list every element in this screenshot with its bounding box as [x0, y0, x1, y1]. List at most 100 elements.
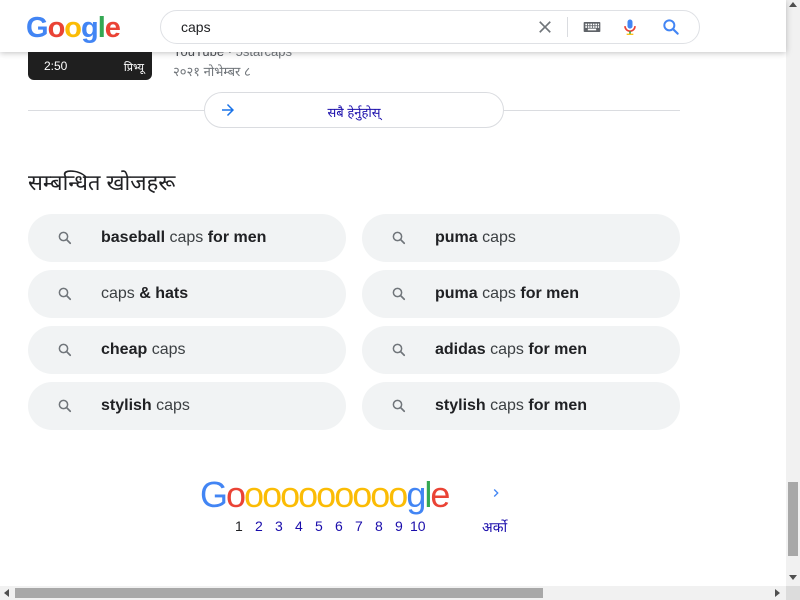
- logo-letter: l: [97, 12, 106, 44]
- scroll-up-icon[interactable]: [789, 2, 797, 7]
- related-search-label: puma caps for men: [435, 285, 579, 303]
- scrollbar-corner: [786, 586, 800, 600]
- pagination-logo-letter: o: [244, 474, 264, 515]
- see-all-button[interactable]: सबै हेर्नुहोस्: [204, 92, 504, 128]
- page-link[interactable]: 8: [375, 518, 383, 534]
- related-search-chip[interactable]: puma caps for men: [362, 270, 680, 318]
- related-search-chip[interactable]: caps & hats: [28, 270, 346, 318]
- logo-letter: e: [104, 12, 121, 44]
- logo-letter: o: [47, 12, 66, 44]
- pagination-logo-letter: o: [280, 474, 300, 515]
- video-date: २०२१ नोभेम्बर ८: [173, 64, 251, 79]
- search-icon: [392, 343, 406, 357]
- current-page-number: 1: [235, 518, 243, 534]
- scroll-down-icon[interactable]: [789, 575, 797, 580]
- related-search-text-part: adidas: [435, 341, 486, 358]
- search-box[interactable]: caps: [160, 10, 700, 44]
- logo-letter: g: [81, 12, 99, 44]
- pagination-logo-letter: o: [262, 474, 282, 515]
- keyboard-icon[interactable]: [582, 17, 602, 37]
- google-logo[interactable]: Google: [26, 12, 121, 45]
- search-icon: [58, 231, 72, 245]
- search-icon: [392, 287, 406, 301]
- related-search-text-part: baseball: [101, 229, 166, 246]
- pagination-logo-letter: o: [352, 474, 372, 515]
- scroll-right-icon[interactable]: [775, 589, 780, 597]
- related-search-text-part: caps: [485, 397, 529, 414]
- page-link[interactable]: 10: [410, 518, 426, 534]
- header-bar: Google caps: [0, 0, 786, 52]
- horizontal-scroll-thumb[interactable]: [15, 588, 543, 598]
- related-search-text-part: for men: [528, 341, 588, 358]
- related-search-text-part: caps: [477, 285, 521, 302]
- page-link[interactable]: 3: [275, 518, 283, 534]
- page-link[interactable]: 2: [255, 518, 263, 534]
- horizontal-scrollbar[interactable]: [0, 586, 786, 600]
- see-all-label: सबै हेर्नुहोस्: [327, 105, 381, 120]
- related-search-text-part: caps: [101, 285, 140, 302]
- related-search-text-part: puma: [435, 285, 478, 302]
- search-icon: [58, 343, 72, 357]
- logo-letter: G: [26, 12, 49, 44]
- related-search-label: cheap caps: [101, 341, 186, 359]
- vertical-scroll-thumb[interactable]: [788, 482, 798, 556]
- pagination-logo-letter: o: [316, 474, 336, 515]
- pagination-logo-letter: o: [298, 474, 318, 515]
- video-preview-label: प्रिभ्यू: [123, 62, 144, 74]
- related-search-label: caps & hats: [101, 285, 188, 303]
- page-link[interactable]: 6: [335, 518, 343, 534]
- related-search-text-part: cheap: [101, 341, 148, 358]
- related-search-chip[interactable]: baseball caps for men: [28, 214, 346, 262]
- related-search-text-part: stylish: [435, 397, 486, 414]
- chevron-right-icon[interactable]: [488, 485, 504, 501]
- related-search-text-part: caps: [147, 341, 186, 358]
- pagination-logo: Goooooooooogle: [200, 474, 450, 516]
- pagination-logo-letter: e: [430, 474, 450, 515]
- related-search-label: puma caps: [435, 229, 516, 247]
- page-link[interactable]: 4: [295, 518, 303, 534]
- next-page-link[interactable]: अर्को: [482, 518, 507, 537]
- search-input[interactable]: caps: [181, 19, 211, 35]
- pagination-logo-letter: o: [370, 474, 390, 515]
- related-search-label: stylish caps: [101, 397, 190, 415]
- related-searches-title: सम्बन्धित खोजहरू: [28, 170, 176, 195]
- related-search-text-part: caps: [485, 341, 529, 358]
- related-search-text-part: for men: [207, 229, 267, 246]
- search-icon[interactable]: [661, 17, 681, 37]
- related-search-text-part: caps: [477, 229, 516, 246]
- related-search-text-part: stylish: [101, 397, 152, 414]
- microphone-icon[interactable]: [620, 17, 640, 37]
- related-search-text-part: for men: [520, 285, 580, 302]
- related-search-text-part: for men: [528, 397, 588, 414]
- pagination-logo-letter: g: [406, 474, 426, 515]
- related-search-label: stylish caps for men: [435, 397, 587, 415]
- page-link[interactable]: 5: [315, 518, 323, 534]
- pagination-logo-letter: o: [334, 474, 354, 515]
- related-search-label: baseball caps for men: [101, 229, 266, 247]
- search-icon: [392, 399, 406, 413]
- pagination-logo-letter: o: [226, 474, 246, 515]
- pagination-logo-letter: o: [388, 474, 408, 515]
- logo-letter: o: [64, 12, 82, 44]
- search-icon: [58, 287, 72, 301]
- related-search-chip[interactable]: stylish caps: [28, 382, 346, 430]
- vertical-scrollbar[interactable]: [786, 0, 800, 586]
- page-link[interactable]: 9: [395, 518, 403, 534]
- related-search-chip[interactable]: cheap caps: [28, 326, 346, 374]
- related-search-text-part: caps: [151, 397, 190, 414]
- related-search-text-part: & hats: [139, 285, 189, 302]
- page-link[interactable]: 7: [355, 518, 363, 534]
- related-search-label: adidas caps for men: [435, 341, 587, 359]
- related-search-chip[interactable]: puma caps: [362, 214, 680, 262]
- scroll-left-icon[interactable]: [4, 589, 9, 597]
- search-icon: [392, 231, 406, 245]
- related-search-chip[interactable]: stylish caps for men: [362, 382, 680, 430]
- search-divider: [567, 17, 568, 37]
- video-duration: 2:50: [44, 59, 68, 73]
- search-icon: [58, 399, 72, 413]
- related-search-text-part: caps: [165, 229, 208, 246]
- pagination-logo-letter: G: [200, 474, 228, 515]
- close-icon[interactable]: [535, 17, 555, 37]
- related-search-text-part: puma: [435, 229, 478, 246]
- related-search-chip[interactable]: adidas caps for men: [362, 326, 680, 374]
